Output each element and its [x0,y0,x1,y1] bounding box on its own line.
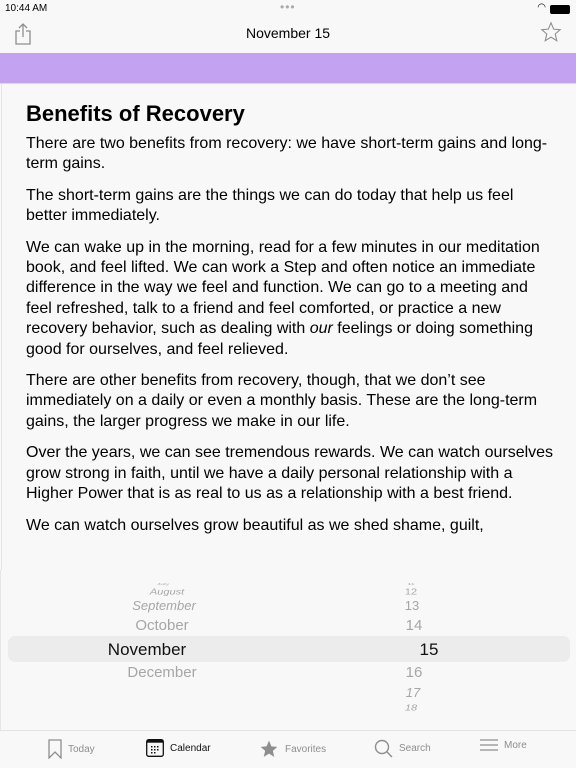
tab-more[interactable]: More [480,739,527,751]
tab-label: Today [68,743,95,755]
picker-day-selected[interactable]: 15 [420,640,439,660]
battery-icon [550,5,570,14]
paragraph: There are other benefits from recovery, … [26,372,538,430]
article-title: Benefits of Recovery [26,101,245,126]
picker-month[interactable]: September [132,598,196,613]
status-time: 10:44 AM [5,3,48,14]
tab-today[interactable]: Today [48,739,95,759]
paragraph: We can wake up in the morning, read for … [26,238,556,360]
navigation-bar: November 15 [0,18,576,53]
date-picker[interactable]: July August September October November D… [0,570,576,730]
picker-day[interactable]: 17 [406,685,420,700]
paragraph: The short-term gains are the things we c… [26,186,514,225]
picker-day[interactable]: 13 [405,598,419,613]
multitasking-dots-icon[interactable]: ••• [280,0,296,14]
tab-favorites[interactable]: Favorites [259,739,326,759]
emphasis: our [309,320,333,338]
picker-month[interactable]: July [157,583,169,586]
picker-day[interactable]: 18 [405,704,417,713]
status-bar: 10:44 AM ••• ◠ [0,0,576,18]
favorite-star-icon[interactable] [540,21,562,48]
bookmark-icon [48,739,62,759]
tab-bar: Today Calendar Favorites Search More [0,730,576,768]
tab-calendar[interactable]: Calendar [146,739,211,757]
picker-day[interactable]: 16 [406,664,423,681]
search-icon [374,739,393,758]
picker-month[interactable]: October [135,617,188,634]
wifi-icon: ◠ [537,2,546,13]
picker-day[interactable]: 12 [405,588,417,597]
picker-day[interactable]: 11 [407,583,414,586]
picker-month[interactable]: December [127,664,196,681]
menu-icon [480,739,498,751]
calendar-icon [146,739,164,757]
tab-search[interactable]: Search [374,739,431,758]
page-title: November 15 [245,25,331,41]
tab-label: More [504,739,527,751]
paragraph: There are two benefits from recovery: we… [26,135,548,173]
tab-label: Search [399,743,431,754]
paragraph: We can watch ourselves grow beautiful as… [26,516,484,534]
picker-selection-highlight [8,636,570,662]
picker-day[interactable]: 14 [406,617,423,634]
tab-label: Favorites [285,743,327,755]
star-icon [260,740,278,757]
accent-banner [0,53,576,84]
picker-month-selected[interactable]: November [108,640,186,660]
paragraph: Over the years, we can see tremendous re… [26,444,554,503]
article: Benefits of Recovery There are two benef… [1,84,576,570]
tab-label: Calendar [170,742,211,754]
picker-month[interactable]: August [150,588,184,597]
